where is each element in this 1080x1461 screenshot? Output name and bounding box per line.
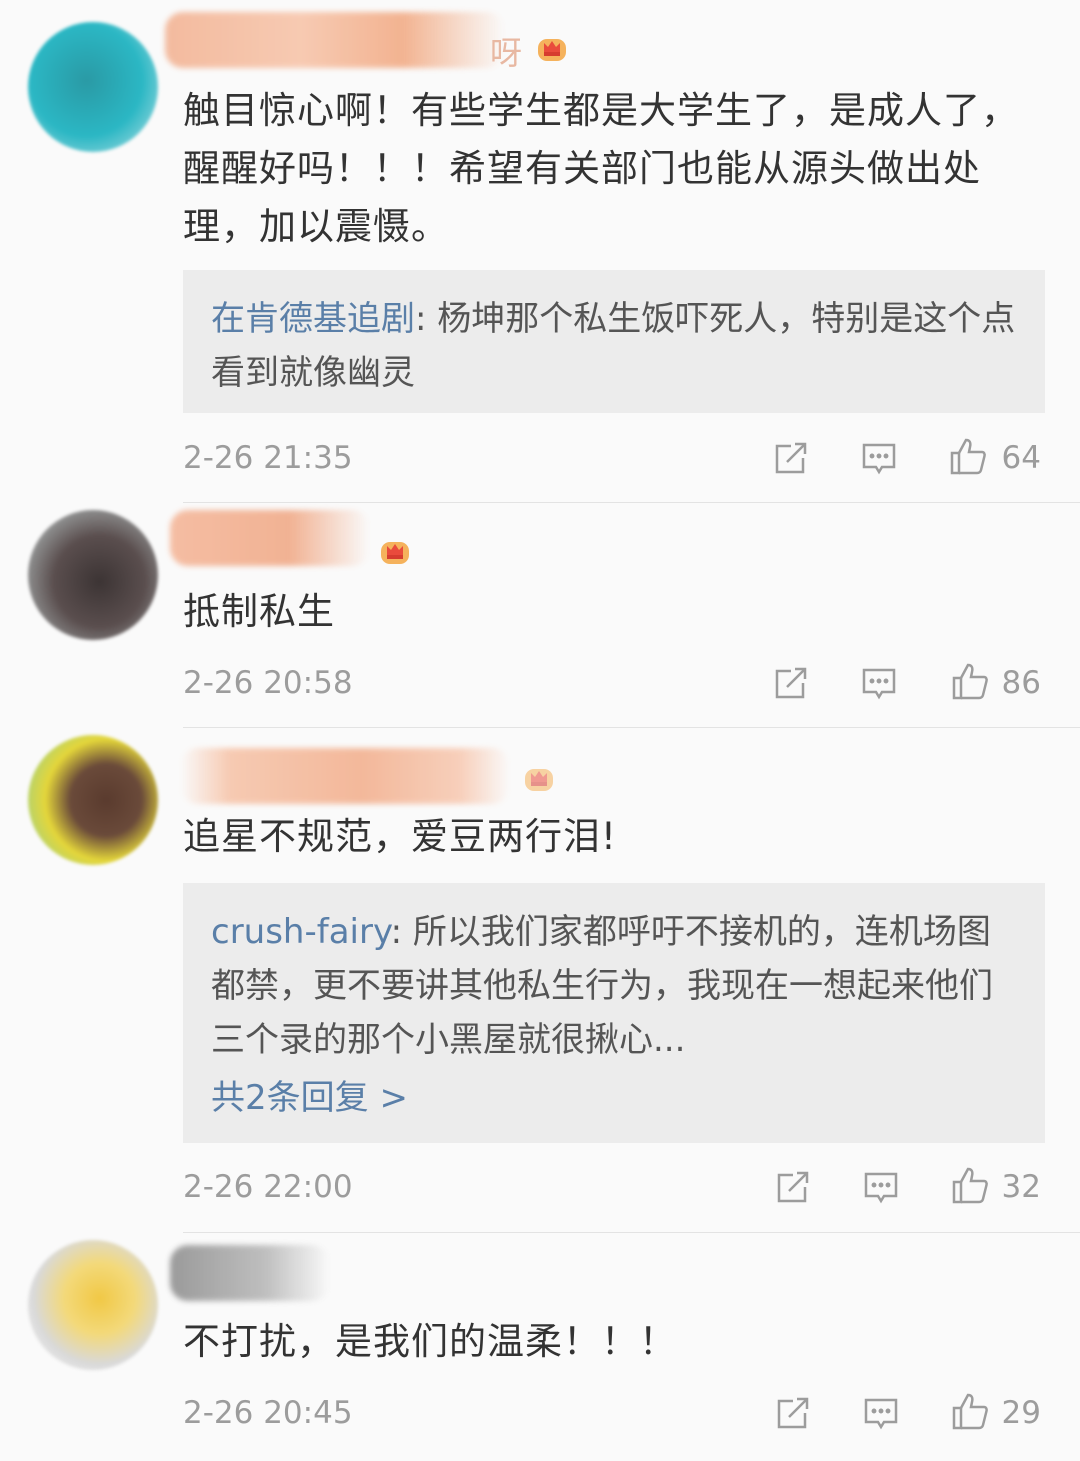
like-count: 64 — [1001, 440, 1041, 476]
divider — [183, 727, 1080, 728]
comment-icon[interactable] — [863, 1395, 899, 1431]
share-icon[interactable] — [773, 665, 809, 701]
thumbs-up-icon[interactable] — [950, 662, 990, 702]
comment-icon[interactable] — [861, 665, 897, 701]
divider — [183, 1232, 1080, 1233]
comment-text: 抵制私生 — [183, 590, 335, 633]
share-icon[interactable] — [775, 1395, 811, 1431]
like-count: 29 — [1001, 1395, 1041, 1431]
avatar[interactable] — [28, 735, 158, 865]
avatar[interactable] — [28, 22, 158, 152]
reply-box[interactable]: 在肯德基追剧: 杨坤那个私生饭吓死人，特别是这个点看到就像幽灵 — [183, 270, 1045, 413]
comment-meta: 2-26 22:00 32 — [183, 1162, 1043, 1212]
reply-author[interactable]: 在肯德基追剧 — [211, 299, 415, 339]
like-count: 86 — [1001, 665, 1041, 701]
username-visible: 呀 — [490, 34, 523, 72]
reply-author[interactable]: crush-fairy — [211, 912, 391, 952]
comment-time: 2-26 21:35 — [183, 440, 353, 476]
username-blurred[interactable] — [165, 12, 505, 68]
like-count: 32 — [1001, 1169, 1041, 1205]
more-replies-link[interactable]: 共2条回复 > — [211, 1071, 1017, 1125]
avatar[interactable] — [28, 510, 158, 640]
reply-box[interactable]: crush-fairy: 所以我们家都呼吁不接机的，连机场图都禁，更不要讲其他私… — [183, 883, 1045, 1143]
avatar[interactable] — [28, 1240, 158, 1370]
comment-text: 追星不规范，爱豆两行泪! — [183, 815, 617, 858]
thumbs-up-icon[interactable] — [948, 437, 988, 477]
comment-meta: 2-26 20:58 86 — [183, 658, 1043, 708]
crown-badge-icon — [381, 542, 409, 564]
crown-badge-icon — [538, 39, 566, 61]
thumbs-up-icon[interactable] — [950, 1392, 990, 1432]
comment-icon[interactable] — [861, 440, 897, 476]
thumbs-up-icon[interactable] — [950, 1166, 990, 1206]
divider — [183, 502, 1080, 503]
comment-text: 触目惊心啊！有些学生都是大学生了，是成人了，醒醒好吗！！！希望有关部门也能从源头… — [183, 89, 1019, 248]
comment-meta: 2-26 21:35 64 — [183, 433, 1043, 483]
share-icon[interactable] — [775, 1169, 811, 1205]
comment-time: 2-26 20:58 — [183, 665, 353, 701]
comment-meta: 2-26 20:45 29 — [183, 1388, 1043, 1438]
username-blurred[interactable] — [170, 1245, 330, 1301]
share-icon[interactable] — [773, 440, 809, 476]
comment-time: 2-26 20:45 — [183, 1395, 353, 1431]
comment-text: 不打扰，是我们的温柔！！！ — [183, 1320, 677, 1363]
comment-time: 2-26 22:00 — [183, 1169, 353, 1205]
comment-icon[interactable] — [863, 1169, 899, 1205]
crown-badge-icon — [525, 769, 553, 791]
username-blurred[interactable] — [170, 510, 370, 566]
username-blurred[interactable] — [180, 748, 510, 804]
